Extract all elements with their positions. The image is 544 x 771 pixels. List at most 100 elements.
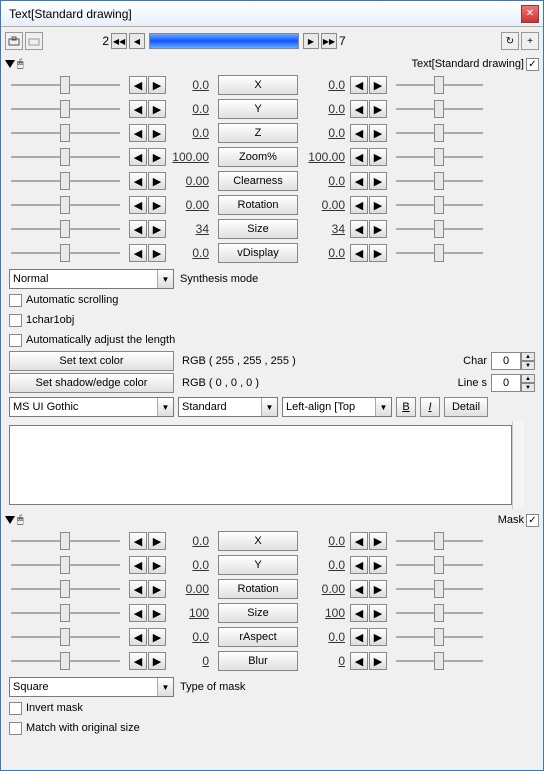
step-right-plus[interactable]: ▶ (369, 148, 387, 166)
char1obj-checkbox[interactable] (9, 314, 22, 327)
step-right-minus[interactable]: ◀ (350, 76, 368, 94)
step-right-plus[interactable]: ▶ (369, 628, 387, 646)
step-left-minus[interactable]: ◀ (129, 652, 147, 670)
step-left-plus[interactable]: ▶ (148, 652, 166, 670)
step-right-minus[interactable]: ◀ (350, 196, 368, 214)
step-left-plus[interactable]: ▶ (148, 76, 166, 94)
value-right[interactable]: 0.0 (303, 126, 349, 140)
step-left-plus[interactable]: ▶ (148, 172, 166, 190)
value-left[interactable]: 0.0 (167, 630, 213, 644)
param-button[interactable]: Zoom% (218, 147, 298, 167)
slider-right[interactable] (390, 100, 489, 118)
slider-left[interactable] (5, 244, 126, 262)
step-right-minus[interactable]: ◀ (350, 652, 368, 670)
slider-left[interactable] (5, 604, 126, 622)
step-left-plus[interactable]: ▶ (148, 244, 166, 262)
step-right-plus[interactable]: ▶ (369, 532, 387, 550)
value-right[interactable]: 0.0 (303, 630, 349, 644)
value-left[interactable]: 0 (167, 654, 213, 668)
slider-right[interactable] (390, 244, 489, 262)
reload-icon[interactable]: ↻ (501, 32, 519, 50)
slider-left[interactable] (5, 220, 126, 238)
slider-right[interactable] (390, 556, 489, 574)
slider-right[interactable] (390, 580, 489, 598)
detail-button[interactable]: Detail (444, 397, 488, 417)
char-down-button[interactable]: ▼ (521, 361, 535, 370)
slider-left[interactable] (5, 172, 126, 190)
step-left-minus[interactable]: ◀ (129, 604, 147, 622)
slider-right[interactable] (390, 124, 489, 142)
section1-checkbox[interactable]: ✓ (526, 58, 539, 71)
slider-left[interactable] (5, 652, 126, 670)
close-button[interactable]: ✕ (521, 5, 539, 23)
slider-right[interactable] (390, 604, 489, 622)
param-button[interactable]: Z (218, 123, 298, 143)
step-right-minus[interactable]: ◀ (350, 556, 368, 574)
step-left-plus[interactable]: ▶ (148, 580, 166, 598)
value-right[interactable]: 0 (303, 654, 349, 668)
line-value[interactable]: 0 (491, 374, 521, 392)
add-icon[interactable]: + (521, 32, 539, 50)
step-right-plus[interactable]: ▶ (369, 580, 387, 598)
step-right-minus[interactable]: ◀ (350, 580, 368, 598)
step-left-plus[interactable]: ▶ (148, 148, 166, 166)
shadow-color-button[interactable]: Set shadow/edge color (9, 373, 174, 393)
step-left-plus[interactable]: ▶ (148, 604, 166, 622)
param-button[interactable]: rAspect (218, 627, 298, 647)
slider-right[interactable] (390, 196, 489, 214)
step-right-minus[interactable]: ◀ (350, 604, 368, 622)
next-last-button[interactable]: ▶▶ (321, 33, 337, 49)
step-left-minus[interactable]: ◀ (129, 100, 147, 118)
step-left-minus[interactable]: ◀ (129, 628, 147, 646)
value-left[interactable]: 0.0 (167, 534, 213, 548)
step-right-minus[interactable]: ◀ (350, 244, 368, 262)
param-button[interactable]: Clearness (218, 171, 298, 191)
match-size-checkbox[interactable] (9, 722, 22, 735)
value-right[interactable]: 34 (303, 222, 349, 236)
slider-right[interactable] (390, 220, 489, 238)
slider-right[interactable] (390, 148, 489, 166)
step-right-minus[interactable]: ◀ (350, 220, 368, 238)
step-left-minus[interactable]: ◀ (129, 124, 147, 142)
text-input[interactable] (9, 425, 512, 505)
slider-right[interactable] (390, 76, 489, 94)
slider-left[interactable] (5, 76, 126, 94)
value-left[interactable]: 0.00 (167, 582, 213, 596)
param-button[interactable]: Y (218, 99, 298, 119)
auto-len-checkbox[interactable] (9, 334, 22, 347)
value-right[interactable]: 0.0 (303, 174, 349, 188)
prev-button[interactable]: ◀ (129, 33, 145, 49)
slider-left[interactable] (5, 124, 126, 142)
step-left-minus[interactable]: ◀ (129, 532, 147, 550)
step-left-minus[interactable]: ◀ (129, 244, 147, 262)
step-left-plus[interactable]: ▶ (148, 556, 166, 574)
value-right[interactable]: 0.00 (303, 198, 349, 212)
step-right-plus[interactable]: ▶ (369, 604, 387, 622)
value-left[interactable]: 0.0 (167, 78, 213, 92)
value-left[interactable]: 0.0 (167, 126, 213, 140)
next-button[interactable]: ▶ (303, 33, 319, 49)
auto-scroll-checkbox[interactable] (9, 294, 22, 307)
align-combo[interactable]: Left-align [Top▼ (282, 397, 392, 417)
mask-type-combo[interactable]: Square▼ (9, 677, 174, 697)
value-left[interactable]: 0.00 (167, 174, 213, 188)
value-left[interactable]: 0.0 (167, 246, 213, 260)
param-button[interactable]: Rotation (218, 579, 298, 599)
param-button[interactable]: Y (218, 555, 298, 575)
step-right-plus[interactable]: ▶ (369, 124, 387, 142)
step-right-minus[interactable]: ◀ (350, 100, 368, 118)
step-left-plus[interactable]: ▶ (148, 196, 166, 214)
prev-first-button[interactable]: ◀◀ (111, 33, 127, 49)
slider-left[interactable] (5, 532, 126, 550)
step-left-minus[interactable]: ◀ (129, 172, 147, 190)
slider-right[interactable] (390, 532, 489, 550)
section1-disclosure[interactable] (5, 60, 15, 68)
slider-right[interactable] (390, 172, 489, 190)
step-right-minus[interactable]: ◀ (350, 124, 368, 142)
section2-checkbox[interactable]: ✓ (526, 514, 539, 527)
step-left-minus[interactable]: ◀ (129, 556, 147, 574)
step-left-minus[interactable]: ◀ (129, 148, 147, 166)
step-right-plus[interactable]: ▶ (369, 172, 387, 190)
camera-fx-icon[interactable] (25, 32, 43, 50)
step-left-plus[interactable]: ▶ (148, 220, 166, 238)
